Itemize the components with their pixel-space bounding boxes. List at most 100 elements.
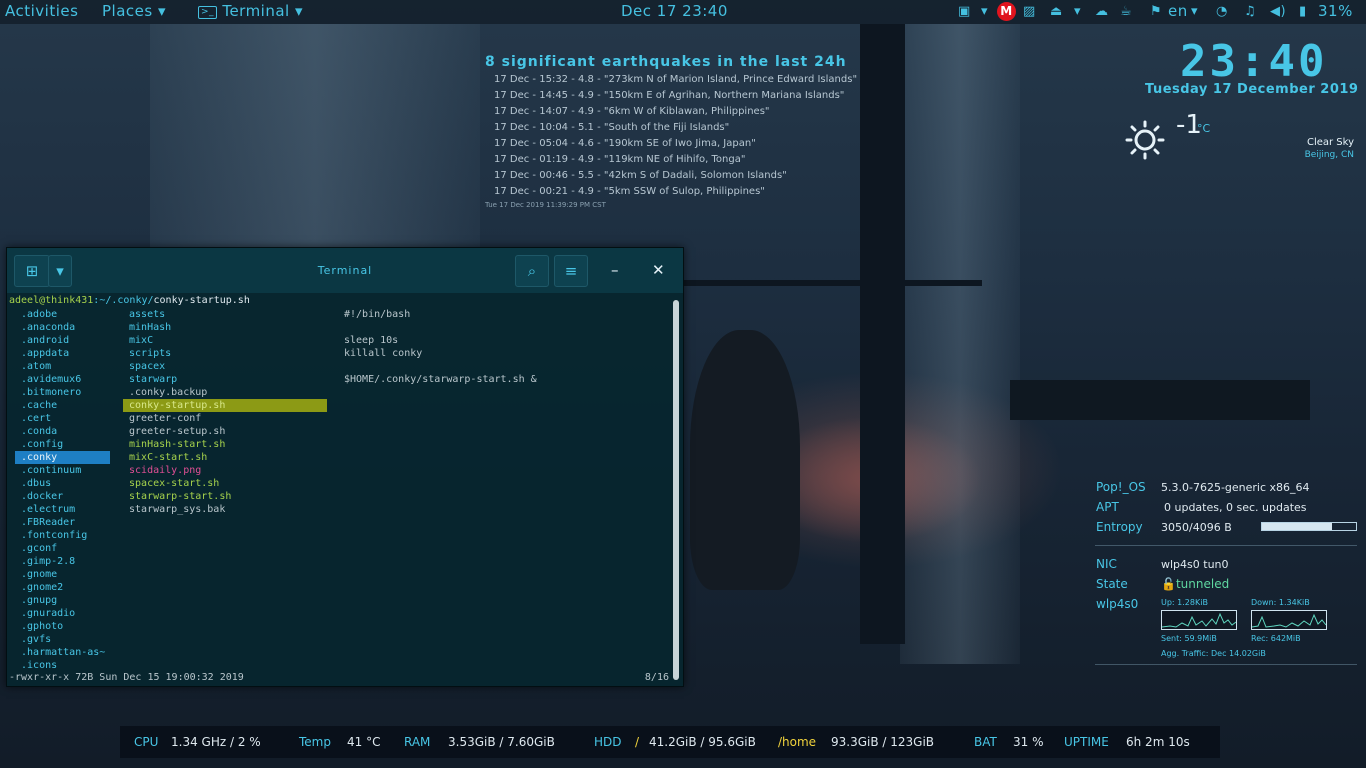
ranger-entry[interactable]: starwarp: [123, 373, 327, 386]
divider: [1095, 664, 1357, 665]
mega-icon[interactable]: M: [997, 2, 1016, 21]
activities-button[interactable]: Activities: [5, 2, 78, 20]
ranger-entry[interactable]: mixC: [123, 334, 327, 347]
entropy-label: Entropy: [1096, 520, 1143, 534]
volume-icon[interactable]: ◀): [1270, 4, 1286, 19]
battery-icon[interactable]: ▮: [1299, 4, 1307, 19]
ram-label: RAM: [404, 735, 431, 749]
ranger-entry[interactable]: .atom: [15, 360, 110, 373]
ranger-entry[interactable]: .gconf: [15, 542, 110, 555]
screenshot-icon[interactable]: ▨: [1023, 4, 1036, 19]
preview-line: killall conky: [344, 348, 423, 359]
language-icon[interactable]: ⚑: [1150, 4, 1162, 19]
weather-condition: Clear Sky: [1306, 137, 1354, 148]
wallpaper-pillar: [860, 24, 905, 644]
ranger-entry[interactable]: .conky: [15, 451, 110, 464]
ranger-entry[interactable]: .gnome2: [15, 581, 110, 594]
ranger-entry[interactable]: scidaily.png: [123, 464, 327, 477]
wallpaper-curtain-left: [150, 24, 480, 284]
ranger-entry[interactable]: .avidemux6: [15, 373, 110, 386]
ranger-entry[interactable]: scripts: [123, 347, 327, 360]
terminal-icon: >_: [198, 6, 218, 19]
ranger-entry[interactable]: .gphoto: [15, 620, 110, 633]
preview-line: $HOME/.conky/starwarp-start.sh &: [344, 374, 537, 385]
cpu-icon[interactable]: ▣: [958, 4, 971, 19]
search-button[interactable]: ⌕: [515, 255, 549, 287]
ranger-entry[interactable]: .cache: [15, 399, 110, 412]
ranger-entry[interactable]: .fontconfig: [15, 529, 110, 542]
state-text: tunneled: [1175, 577, 1230, 591]
hdd-label: HDD: [594, 735, 622, 749]
ranger-entry[interactable]: .gnome: [15, 568, 110, 581]
scrollbar[interactable]: [673, 300, 679, 680]
ranger-entry[interactable]: .appdata: [15, 347, 110, 360]
eject-icon[interactable]: ⏏: [1050, 4, 1063, 19]
ranger-entry[interactable]: minHash: [123, 321, 327, 334]
ranger-entry[interactable]: conky-startup.sh: [123, 399, 327, 412]
upload-label: Up: 1.28KiB: [1161, 598, 1208, 607]
ranger-entry[interactable]: starwarp-start.sh: [123, 490, 327, 503]
battery-percent[interactable]: 31%: [1318, 2, 1353, 20]
uptime-value: 6h 2m 10s: [1126, 735, 1190, 749]
ranger-entry[interactable]: mixC-start.sh: [123, 451, 327, 464]
ranger-entry[interactable]: .config: [15, 438, 110, 451]
ranger-entry[interactable]: .FBReader: [15, 516, 110, 529]
ranger-entry[interactable]: .conky.backup: [123, 386, 327, 399]
ranger-entry[interactable]: greeter-setup.sh: [123, 425, 327, 438]
prompt-path: :~/.conky/: [93, 295, 154, 306]
ranger-entry[interactable]: .adobe: [15, 308, 110, 321]
ranger-entry[interactable]: .conda: [15, 425, 110, 438]
earthquake-item: 17 Dec - 01:19 - 4.9 - "119km NE of Hihi…: [494, 154, 746, 165]
ranger-entry[interactable]: .bitmonero: [15, 386, 110, 399]
wallpaper-table: [1010, 380, 1310, 420]
ranger-parent-column[interactable]: .adobe .anaconda .android .appdata .atom…: [15, 308, 110, 672]
file-position: 8/16: [644, 672, 669, 683]
ranger-current-column[interactable]: assets minHash mixC scripts spacex starw…: [123, 308, 327, 516]
earthquake-item: 17 Dec - 15:32 - 4.8 - "273km N of Mario…: [494, 74, 858, 85]
sent-label: Sent: 59.9MiB: [1161, 634, 1217, 643]
terminal-window[interactable]: ⊞ ▾ Terminal ⌕ ≡ – ✕ adeel@think431:~/.c…: [6, 247, 684, 687]
ranger-entry[interactable]: spacex: [123, 360, 327, 373]
cpu-label: CPU: [134, 735, 159, 749]
close-button[interactable]: ✕: [652, 261, 665, 279]
chevron-down-icon: ▾: [295, 2, 304, 20]
wallpaper-railing: [682, 280, 982, 286]
ranger-entry[interactable]: .gimp-2.8: [15, 555, 110, 568]
ranger-entry[interactable]: .android: [15, 334, 110, 347]
wifi-icon[interactable]: ◔: [1216, 4, 1228, 19]
aggregate-traffic: Agg. Traffic: Dec 14.02GiB: [1161, 649, 1266, 658]
ranger-entry[interactable]: .gvfs: [15, 633, 110, 646]
ranger-entry[interactable]: .cert: [15, 412, 110, 425]
language-indicator[interactable]: en: [1168, 2, 1188, 20]
ranger-entry[interactable]: .gnuradio: [15, 607, 110, 620]
places-menu[interactable]: Places ▾: [102, 2, 166, 20]
chevron-down-icon: ▾: [1191, 4, 1199, 19]
terminal-header[interactable]: ⊞ ▾ Terminal ⌕ ≡ – ✕: [7, 248, 683, 293]
coffee-icon[interactable]: ☕: [1120, 4, 1132, 19]
terminal-app-menu[interactable]: >_ Terminal ▾: [198, 2, 303, 20]
prompt-user: adeel@think431: [9, 295, 94, 306]
weather-unit: °C: [1197, 122, 1211, 135]
notification-bell-icon[interactable]: ♫: [1244, 4, 1256, 19]
ranger-entry[interactable]: .harmattan-as~: [15, 646, 110, 659]
menu-button[interactable]: ≡: [554, 255, 588, 287]
clock-button[interactable]: Dec 17 23:40: [621, 2, 728, 20]
ranger-entry[interactable]: minHash-start.sh: [123, 438, 327, 451]
ranger-entry[interactable]: .gnupg: [15, 594, 110, 607]
upload-graph: [1161, 610, 1237, 630]
ranger-entry[interactable]: assets: [123, 308, 327, 321]
download-graph: [1251, 610, 1327, 630]
ranger-entry[interactable]: spacex-start.sh: [123, 477, 327, 490]
minimize-button[interactable]: –: [611, 261, 619, 279]
entropy-bar: [1261, 522, 1357, 531]
cloud-icon[interactable]: ☁: [1095, 4, 1109, 19]
ranger-entry[interactable]: starwarp_sys.bak: [123, 503, 327, 516]
ranger-entry[interactable]: .anaconda: [15, 321, 110, 334]
ranger-entry[interactable]: .dbus: [15, 477, 110, 490]
ranger-entry[interactable]: .docker: [15, 490, 110, 503]
wallpaper-curtain-right: [900, 24, 1020, 664]
wallpaper-figure: [690, 330, 800, 590]
ranger-entry[interactable]: .electrum: [15, 503, 110, 516]
ranger-entry[interactable]: greeter-conf: [123, 412, 327, 425]
ranger-entry[interactable]: .continuum: [15, 464, 110, 477]
